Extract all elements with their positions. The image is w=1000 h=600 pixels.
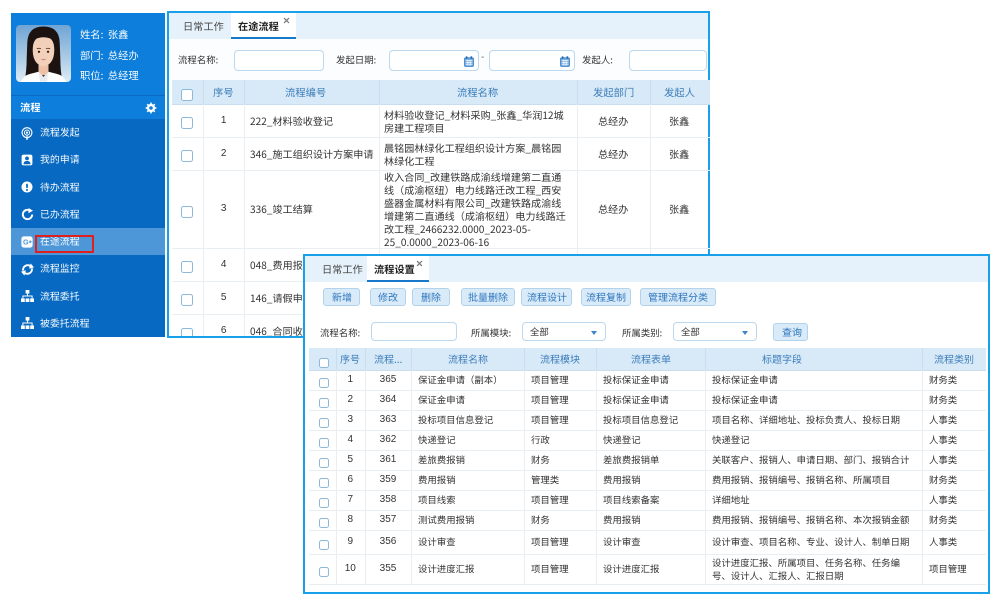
- svg-text:G: G: [23, 237, 29, 246]
